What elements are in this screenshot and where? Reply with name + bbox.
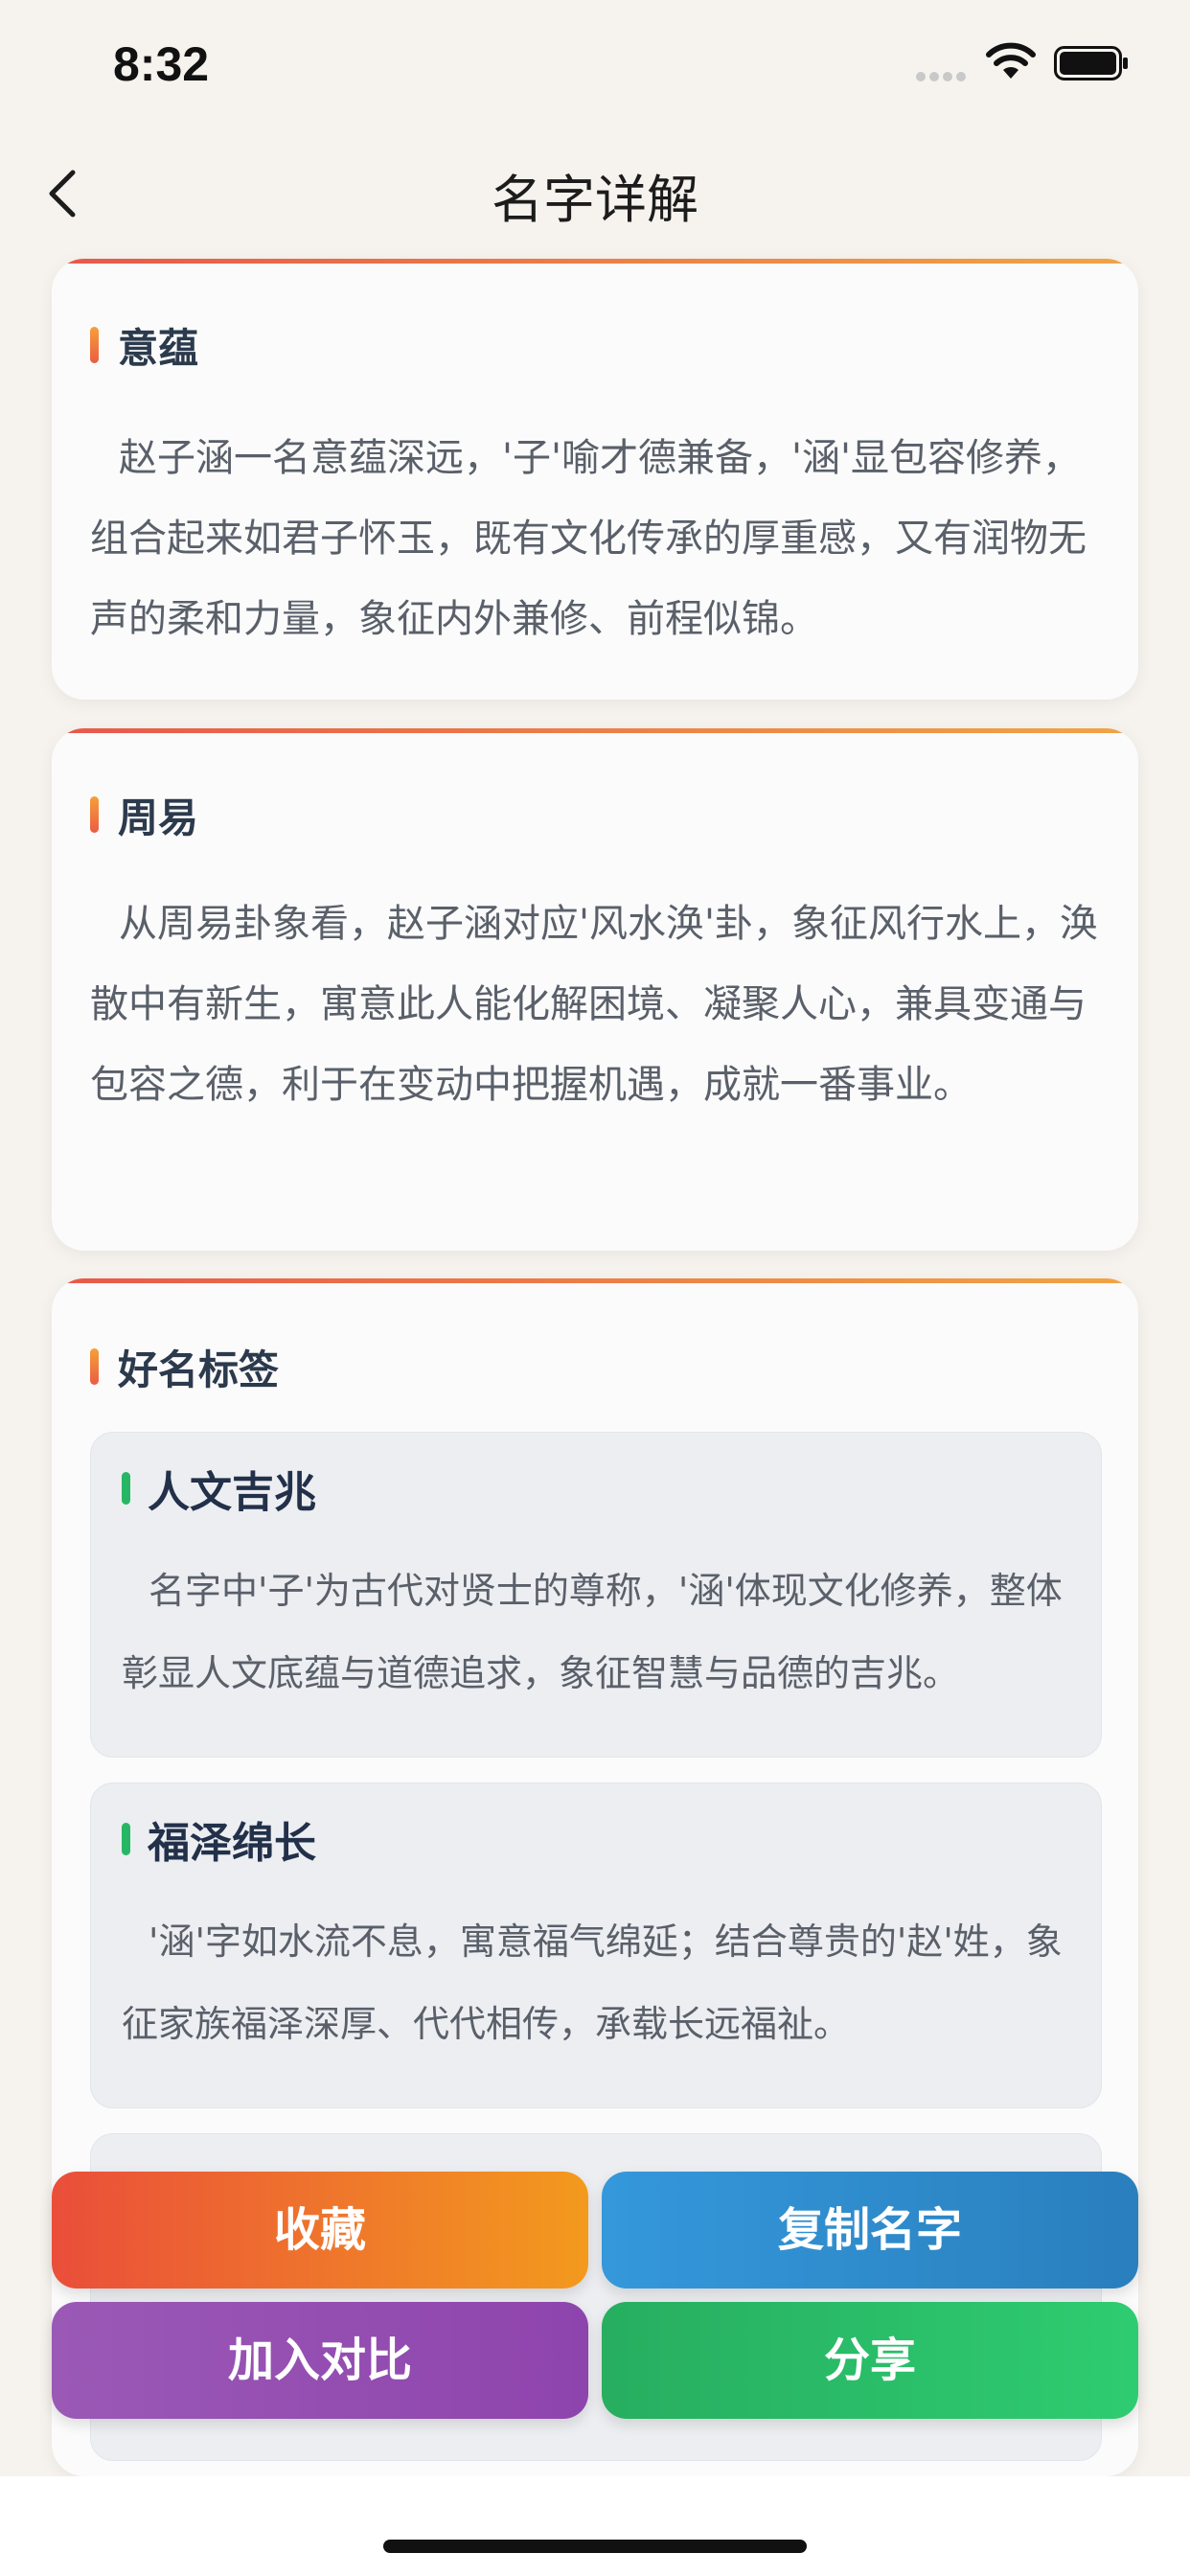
section-marker <box>90 796 99 833</box>
tag-marker <box>122 1823 130 1855</box>
tag-title: 人文吉兆 <box>148 1468 316 1517</box>
tag-item: 人文吉兆 名字中'子'为古代对贤士的尊称，'涵'体现文化修养，整体彰显人文底蕴与… <box>90 1432 1102 1758</box>
copy-name-button[interactable]: 复制名字 <box>602 2172 1138 2288</box>
section-marker <box>90 327 99 363</box>
tag-marker <box>122 1472 130 1505</box>
tag-text: 名字中'子'为古代对贤士的尊称，'涵'体现文化修养，整体彰显人文底蕴与道德追求，… <box>122 1570 1063 1694</box>
status-time: 8:32 <box>113 37 210 91</box>
status-bar: 8:32 <box>0 0 1190 134</box>
tag-item: 福泽绵长 '涵'字如水流不息，寓意福气绵延；结合尊贵的'赵'姓，象征家族福泽深厚… <box>90 1782 1102 2108</box>
tags-title: 好名标签 <box>118 1346 280 1393</box>
favorite-button[interactable]: 收藏 <box>52 2172 588 2288</box>
bottom-safe-area <box>0 2476 1190 2576</box>
share-button[interactable]: 分享 <box>602 2302 1138 2419</box>
section-marker <box>90 1348 99 1385</box>
navigation-bar: 名字详解 <box>0 134 1190 254</box>
tags-card: 好名标签 人文吉兆 名字中'子'为古代对贤士的尊称，'涵'体现文化修养，整体彰显… <box>52 1278 1138 2476</box>
home-indicator <box>383 2540 807 2553</box>
cellular-signal-icon <box>916 67 970 85</box>
tag-title: 福泽绵长 <box>148 1819 316 1868</box>
meaning-title: 意蕴 <box>118 324 199 372</box>
add-to-compare-button[interactable]: 加入对比 <box>52 2302 588 2419</box>
meaning-card: 意蕴 赵子涵一名意蕴深远，'子'喻才德兼备，'涵'显包容修养，组合起来如君子怀玉… <box>52 259 1138 700</box>
page-title: 名字详解 <box>492 170 698 230</box>
battery-icon <box>1054 46 1128 80</box>
meaning-text: 赵子涵一名意蕴深远，'子'喻才德兼备，'涵'显包容修养，组合起来如君子怀玉，既有… <box>90 436 1087 641</box>
wifi-icon <box>986 42 1036 79</box>
tag-text: '涵'字如水流不息，寓意福气绵延；结合尊贵的'赵'姓，象征家族福泽深厚、代代相传… <box>122 1920 1063 2045</box>
zhouyi-title: 周易 <box>118 794 199 841</box>
zhouyi-text: 从周易卦象看，赵子涵对应'风水涣'卦，象征风行水上，涣散中有新生，寓意此人能化解… <box>90 902 1098 1107</box>
zhouyi-card: 周易 从周易卦象看，赵子涵对应'风水涣'卦，象征风行水上，涣散中有新生，寓意此人… <box>52 728 1138 1251</box>
